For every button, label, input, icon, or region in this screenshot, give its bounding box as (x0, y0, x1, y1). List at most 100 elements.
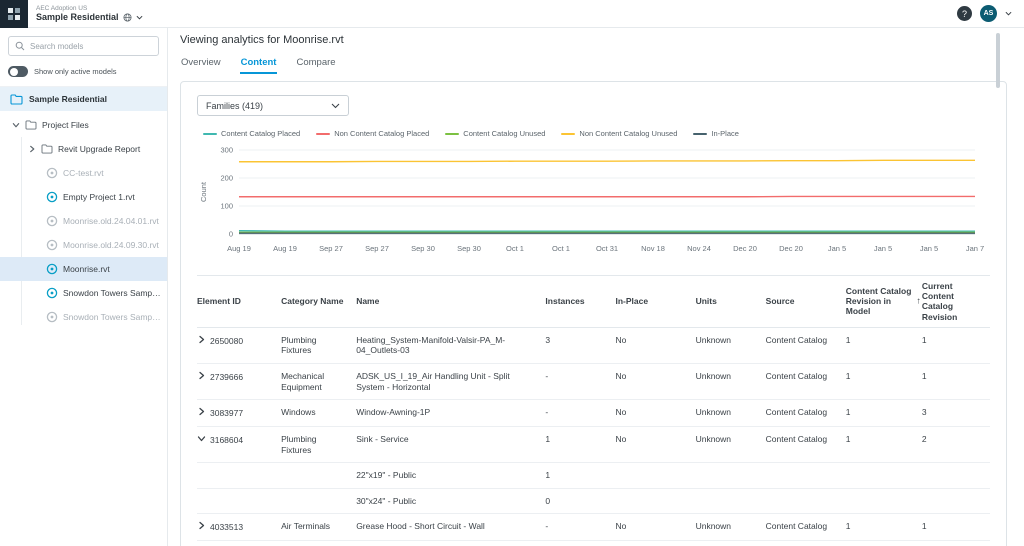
table-row-3083977[interactable]: 3083977WindowsWindow-Awning-1P-NoUnknown… (197, 400, 990, 427)
tab-content[interactable]: Content (240, 55, 278, 74)
globe-icon (123, 13, 132, 22)
cell-units: Unknown (696, 364, 766, 400)
cell-current-revision: 1 (922, 514, 990, 541)
legend-item-content-catalog-placed[interactable]: Content Catalog Placed (203, 129, 300, 138)
cell-revision-in-model: 1 (846, 426, 922, 462)
sidebar-item-label: Snowdon Towers Sample ... (63, 312, 167, 322)
folder-icon (41, 144, 53, 154)
line-chart-svg: 0100200300CountAug 19Aug 19Sep 27Sep 27S… (197, 142, 989, 258)
model-inactive-icon (46, 239, 58, 251)
svg-text:Dec 20: Dec 20 (779, 244, 803, 253)
cell-source (766, 488, 846, 514)
sidebar-item-label: Moonrise.old.24.09.30.rvt (63, 240, 167, 250)
cell-category (281, 463, 356, 489)
legend-item-non-content-catalog-unused[interactable]: Non Content Catalog Unused (561, 129, 677, 138)
sidebar-item-label: Moonrise.old.24.04.01.rvt (63, 216, 167, 226)
expand-row-icon[interactable] (197, 335, 210, 347)
table-row-2739666[interactable]: 2739666Mechanical EquipmentADSK_US_I_19_… (197, 364, 990, 400)
cell-instances: - (545, 400, 615, 427)
column-header-in-place[interactable]: In-Place (616, 276, 696, 328)
svg-text:100: 100 (220, 202, 233, 211)
cell-type-name: 22"x19" - Public (356, 463, 545, 489)
column-header-label: Name (356, 296, 379, 306)
svg-text:Sep 27: Sep 27 (319, 244, 343, 253)
table-row-2650080[interactable]: 2650080Plumbing FixturesHeating_System-M… (197, 327, 990, 363)
cell-in-place (616, 488, 696, 514)
sidebar-item-moonrise-old-24-04-01-rvt[interactable]: Moonrise.old.24.04.01.rvt (0, 209, 167, 233)
table-row-4033513[interactable]: 4033513Air TerminalsGrease Hood - Short … (197, 514, 990, 541)
table-row-3168604[interactable]: 3168604Plumbing FixturesSink - Service1N… (197, 426, 990, 462)
chevron-down-icon (331, 103, 340, 109)
legend-item-content-catalog-unused[interactable]: Content Catalog Unused (445, 129, 545, 138)
user-avatar[interactable]: AS (980, 5, 997, 22)
sidebar: Search models Show only active models Sa… (0, 28, 168, 546)
column-header-units[interactable]: Units (696, 276, 766, 328)
column-header-label: Units (696, 296, 717, 306)
project-switcher[interactable]: AEC Adoption US Sample Residential (36, 5, 143, 23)
table-subrow-30-x24-public[interactable]: 30"x24" - Public0 (197, 488, 990, 514)
cell-instances: - (545, 541, 615, 546)
element-id-value: 2650080 (210, 336, 243, 346)
column-header-category-name[interactable]: Category Name (281, 276, 356, 328)
chevron-down-icon[interactable] (136, 15, 143, 20)
active-models-toggle[interactable] (8, 66, 28, 77)
cell-current-revision: 1 (922, 541, 990, 546)
legend-item-in-place[interactable]: In-Place (693, 129, 739, 138)
svg-text:Sep 30: Sep 30 (411, 244, 435, 253)
chevron-right-icon[interactable] (28, 145, 36, 153)
account-chevron-down-icon[interactable] (1005, 11, 1012, 16)
sort-ascending-icon[interactable]: ↑ (916, 296, 921, 307)
help-button[interactable]: ? (957, 6, 972, 21)
sidebar-item-snowdon-towers-sample[interactable]: Snowdon Towers Sample ... (0, 281, 167, 305)
table-row-4096894[interactable]: 4096894Specialty EquipmentSamsung_6_seri… (197, 541, 990, 546)
cell-instances: 3 (545, 327, 615, 363)
line-chart: 0100200300CountAug 19Aug 19Sep 27Sep 27S… (197, 142, 990, 263)
sidebar-item-snowdon-towers-sample[interactable]: Snowdon Towers Sample ... (0, 305, 167, 329)
expand-row-icon[interactable] (197, 407, 210, 419)
model-active-icon (46, 263, 58, 275)
cell-in-place (616, 463, 696, 489)
families-dropdown[interactable]: Families (419) (197, 95, 349, 116)
cell-revision-in-model (846, 463, 922, 489)
sidebar-item-revit-upgrade-report[interactable]: Revit Upgrade Report (0, 137, 167, 161)
tab-overview[interactable]: Overview (180, 55, 222, 74)
svg-text:Oct 1: Oct 1 (506, 244, 524, 253)
column-header-source[interactable]: Source (766, 276, 846, 328)
cell-category: Windows (281, 400, 356, 427)
expand-row-icon[interactable] (197, 521, 210, 533)
search-input[interactable]: Search models (8, 36, 159, 56)
legend-swatch (693, 133, 707, 135)
svg-text:Dec 20: Dec 20 (733, 244, 757, 253)
column-header-current-content-catalog-revision[interactable]: Current Content Catalog Revision (922, 276, 990, 328)
column-header-element-id[interactable]: Element ID (197, 276, 281, 328)
column-header-name[interactable]: Name (356, 276, 545, 328)
cell-name: Sink - Service (356, 426, 545, 462)
chevron-down-icon[interactable] (12, 121, 20, 129)
cell-instances: 0 (545, 488, 615, 514)
column-header-label: Content Catalog Revision in Model (846, 286, 912, 316)
column-header-instances[interactable]: Instances (545, 276, 615, 328)
tab-compare[interactable]: Compare (295, 55, 336, 74)
legend-item-non-content-catalog-placed[interactable]: Non Content Catalog Placed (316, 129, 429, 138)
sidebar-item-sample-residential[interactable]: Sample Residential (0, 87, 167, 111)
sidebar-item-project-files[interactable]: Project Files (0, 113, 167, 137)
element-id-value: 4033513 (210, 522, 243, 532)
column-header-content-catalog-revision-in-model[interactable]: Content Catalog Revision in Model ↑ (846, 276, 922, 328)
cell-current-revision (922, 463, 990, 489)
vertical-scrollbar-thumb[interactable] (996, 33, 1000, 88)
expand-row-icon[interactable] (197, 371, 210, 383)
sidebar-item-moonrise-old-24-09-30-rvt[interactable]: Moonrise.old.24.09.30.rvt (0, 233, 167, 257)
sidebar-item-cc-test-rvt[interactable]: CC-test.rvt (0, 161, 167, 185)
active-models-toggle-row: Show only active models (0, 64, 167, 87)
svg-text:Count: Count (199, 181, 208, 202)
cell-category (281, 488, 356, 514)
cell-element-id: 3083977 (197, 400, 281, 427)
collapse-row-icon[interactable] (197, 434, 210, 446)
sidebar-item-empty-project-1-rvt[interactable]: Empty Project 1.rvt (0, 185, 167, 209)
app-logo[interactable] (0, 0, 28, 28)
table-subrow-22-x19-public[interactable]: 22"x19" - Public1 (197, 463, 990, 489)
sidebar-item-moonrise-rvt[interactable]: Moonrise.rvt (0, 257, 167, 281)
cell-revision-in-model (846, 488, 922, 514)
cell-current-revision (922, 488, 990, 514)
cell-in-place: No (616, 426, 696, 462)
